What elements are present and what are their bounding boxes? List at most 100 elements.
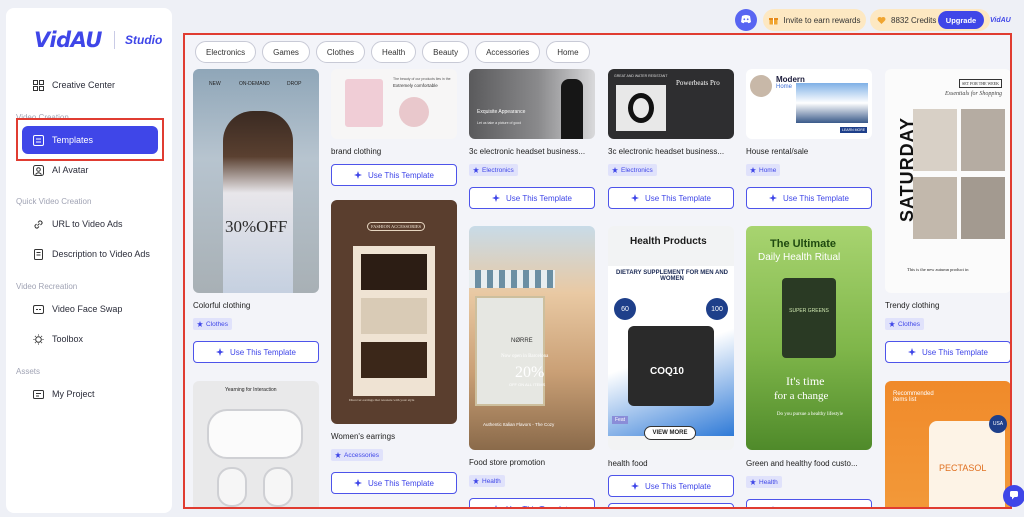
thumb-headline: 30%OFF [225, 217, 288, 236]
use-template-label: Use This Template [506, 193, 572, 203]
use-template-label: Use This Template [783, 193, 849, 203]
template-column-3: Exquisite Appearance Let us take a pictu… [469, 69, 595, 507]
template-thumb-earrings[interactable]: FASHION ACCESSORIES Discover earrings th… [331, 200, 457, 424]
template-thumb-green-food[interactable]: The Ultimate Daily Health Ritual SUPER G… [746, 226, 872, 450]
thumb-text: SET FOR THE WEEK [959, 79, 1003, 88]
section-quick-video: Quick Video Creation [16, 197, 92, 206]
thumb-text: Now open in Barcelona [501, 354, 549, 359]
template-column-4: GREAT AND WATER RESISTANT Powerbeats Pro… [608, 69, 734, 507]
template-thumb-headset-2[interactable]: GREAT AND WATER RESISTANT Powerbeats Pro [608, 69, 734, 139]
upgrade-button[interactable]: Upgrade [938, 11, 984, 29]
template-thumb-brand-clothing[interactable]: The beauty of our products lies in the E… [331, 69, 457, 139]
chat-icon [1009, 487, 1019, 505]
filter-clothes[interactable]: Clothes [315, 41, 366, 63]
thumb-headline: The Ultimate [770, 238, 837, 250]
thumb-text: NØRRE [511, 338, 533, 344]
vr-headset [207, 409, 303, 459]
use-template-button[interactable]: Use This Template [608, 503, 734, 507]
nav-ai-avatar[interactable]: AI Avatar [22, 156, 158, 184]
use-template-label: Use This Template [368, 478, 434, 488]
star-icon [335, 452, 341, 458]
star-icon [473, 478, 479, 484]
star-icon [889, 321, 895, 327]
earring-panel [353, 246, 435, 396]
use-template-label: Use This Template [922, 347, 988, 357]
filter-accessories[interactable]: Accessories [475, 41, 541, 63]
thumb-headline: 20% [515, 364, 545, 381]
use-template-button[interactable]: Use This Template [885, 341, 1010, 363]
thumb-text: It's time [786, 374, 825, 388]
nav-url-to-video[interactable]: URL to Video Ads [22, 210, 158, 238]
use-template-button[interactable]: Use This Template [331, 472, 457, 494]
thumb-text: PECTASOL [939, 463, 987, 473]
photo [961, 109, 1005, 171]
tag-label: Health [759, 478, 778, 486]
user-avatar[interactable]: VidAU [990, 12, 1012, 28]
nav-toolbox[interactable]: Toolbox [22, 325, 158, 353]
tag-label: Home [759, 166, 777, 174]
invite-label: Invite to earn rewards [783, 15, 861, 25]
use-template-button[interactable]: Use This Template [746, 187, 872, 209]
brand-logo[interactable]: VidAU Studio [34, 28, 162, 52]
nav-description-to-video[interactable]: Description to Video Ads [22, 240, 158, 268]
nav-creative-center[interactable]: Creative Center [22, 71, 158, 99]
use-template-button[interactable]: Use This Template [608, 187, 734, 209]
category-tag: Health [469, 475, 505, 487]
template-column-6: SET FOR THE WEEK Essentials for Shopping… [885, 69, 1010, 507]
thumb-text: Do you pursue a healthy lifestyle [776, 412, 844, 417]
use-template-button[interactable]: Use This Template [469, 498, 595, 507]
use-template-button[interactable]: Use This Template [469, 187, 595, 209]
template-thumb-trendy-clothing[interactable]: SET FOR THE WEEK Essentials for Shopping… [885, 69, 1010, 293]
bulb-icon [32, 333, 44, 345]
sparkle-icon [769, 193, 778, 203]
chat-button[interactable] [1003, 485, 1024, 507]
thumb-text: This is the new autumn product in [907, 267, 969, 272]
filter-electronics[interactable]: Electronics [195, 41, 257, 63]
template-thumb-food-store[interactable]: NØRRE Now open in Barcelona 20% OFF ON A… [469, 226, 595, 450]
thumb-headline: Health Products [630, 236, 707, 247]
template-thumb-headset-1[interactable]: Exquisite Appearance Let us take a pictu… [469, 69, 595, 139]
thumb-text: Recommended items list [893, 391, 934, 403]
use-template-label: Use This Template [368, 170, 434, 180]
nav-description-to-video-label: Description to Video Ads [52, 249, 150, 259]
filter-beauty[interactable]: Beauty [422, 41, 470, 63]
template-thumb-house[interactable]: Modern Home LEARN MORE [746, 69, 872, 139]
star-icon [473, 167, 479, 173]
nav-my-project[interactable]: My Project [22, 380, 158, 408]
category-tag: Clothes [885, 318, 925, 330]
nav-toolbox-label: Toolbox [52, 334, 84, 344]
earbud [628, 93, 654, 123]
filter-games[interactable]: Games [262, 41, 310, 63]
thumb-text: SUPER GREENS [789, 308, 829, 314]
star-icon [197, 321, 203, 327]
sparkle-icon [631, 193, 640, 203]
discord-button[interactable] [735, 9, 757, 31]
category-tag: Home [746, 164, 781, 176]
use-template-button[interactable]: Use This Template [608, 475, 734, 497]
use-template-button[interactable]: Use This Template [193, 341, 319, 363]
thumb-text: Feat [612, 416, 629, 424]
template-thumb-health-food[interactable]: Health Products DIETARY SUPPLEMENT FOR M… [608, 226, 734, 450]
sparkle-icon [908, 347, 917, 357]
tag-label: Accessories [344, 451, 380, 459]
invite-button[interactable]: Invite to earn rewards [763, 9, 866, 31]
template-thumb-colorful-clothing[interactable]: NEW ON-DEMAND DROP 30%OFF [193, 69, 319, 293]
filter-health[interactable]: Health [371, 41, 417, 63]
tag-label: Clothes [898, 320, 921, 328]
use-template-button[interactable]: Use This Template [331, 164, 457, 186]
thumb-text: NEW [209, 81, 221, 87]
template-thumb-vr[interactable]: Yearning for Interaction [193, 381, 319, 507]
filter-home[interactable]: Home [546, 41, 590, 63]
template-column-1: NEW ON-DEMAND DROP 30%OFF Colorful cloth… [193, 69, 319, 507]
nav-face-swap[interactable]: Video Face Swap [22, 295, 158, 323]
model-figure [223, 111, 293, 293]
star-icon [750, 479, 756, 485]
use-template-button[interactable]: Use This Template [746, 499, 872, 507]
thumb-text: Authentic Italian Flavors - The Cozy [483, 422, 555, 427]
template-thumb-supplement[interactable]: Recommended items list PECTASOL USA [885, 381, 1010, 507]
sparkle-icon [631, 481, 640, 491]
badge: 60 [614, 298, 636, 320]
thumb-text: The beauty of our products lies in the [393, 77, 451, 81]
photo [361, 342, 427, 378]
thumb-text: Home [776, 84, 793, 90]
